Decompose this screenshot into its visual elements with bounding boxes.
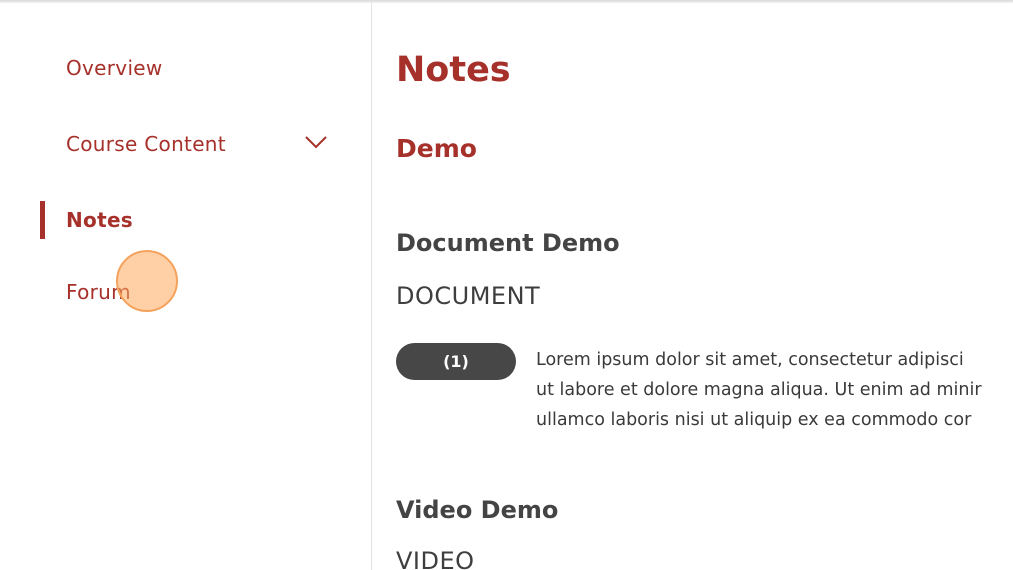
item-type: VIDEO	[396, 547, 475, 570]
item-type: DOCUMENT	[396, 282, 541, 310]
item-description: Lorem ipsum dolor sit amet, consectetur …	[536, 345, 1013, 435]
description-line: ullamco laboris nisi ut aliquip ex ea co…	[536, 410, 972, 430]
count-badge-button[interactable]: (1)	[396, 343, 516, 380]
chevron-down-icon[interactable]	[304, 134, 328, 150]
sidebar-item-course-content[interactable]: Course Content	[66, 132, 226, 156]
count-label: (1)	[443, 352, 469, 371]
sidebar: Overview Course Content Notes Forum	[0, 0, 372, 570]
sidebar-item-overview[interactable]: Overview	[66, 56, 163, 80]
description-line: ut labore et dolore magna aliqua. Ut eni…	[536, 380, 982, 400]
page-title: Notes	[396, 50, 511, 90]
item-title[interactable]: Document Demo	[396, 229, 620, 257]
sidebar-item-notes[interactable]: Notes	[66, 208, 133, 232]
pointer-indicator	[116, 250, 178, 312]
active-indicator	[40, 201, 45, 239]
description-line: Lorem ipsum dolor sit amet, consectetur …	[536, 350, 964, 370]
item-title[interactable]: Video Demo	[396, 496, 558, 524]
section-title: Demo	[396, 134, 477, 163]
main-content: Notes Demo Document Demo DOCUMENT (1) Lo…	[372, 0, 1013, 570]
